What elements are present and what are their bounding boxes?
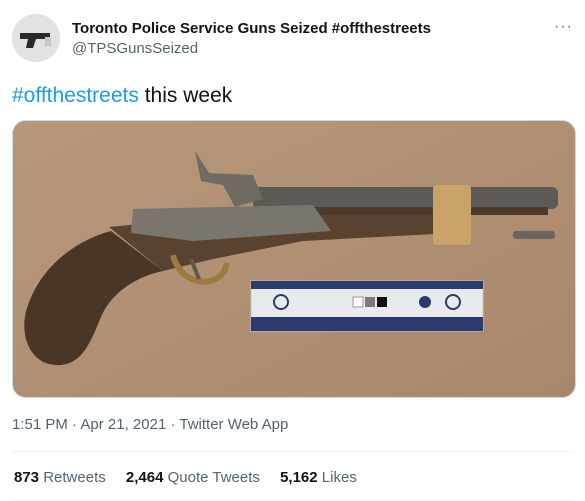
handgun-icon xyxy=(12,14,60,62)
engagement-stats: 873 Retweets 2,464 Quote Tweets 5,162 Li… xyxy=(14,469,373,486)
quote-tweets-stat[interactable]: 2,464 Quote Tweets xyxy=(126,469,260,486)
tweet-image[interactable] xyxy=(12,120,576,398)
divider xyxy=(12,451,573,452)
quote-tweets-count: 2,464 xyxy=(125,469,164,486)
tweet-date[interactable]: Apr 21, 2021 xyxy=(80,416,166,433)
source-app-link[interactable]: Twitter Web App xyxy=(179,416,288,433)
quote-tweets-label: Quote Tweets xyxy=(167,469,260,486)
retweets-count: 873 xyxy=(14,469,40,486)
more-options-icon[interactable]: ··· xyxy=(554,18,573,36)
account-handle[interactable]: @TPSGunsSeized xyxy=(72,40,198,57)
tweet-text-rest: this week xyxy=(138,84,233,107)
tweet: Toronto Police Service Guns Seized #offt… xyxy=(0,0,585,501)
likes-count: 5,162 xyxy=(280,469,318,486)
retweets-stat[interactable]: 873 Retweets xyxy=(14,469,106,486)
tweet-text: #offthestreets this week xyxy=(12,84,232,108)
retweets-label: Retweets xyxy=(43,469,106,486)
meta-separator: · xyxy=(166,416,180,433)
account-name[interactable]: Toronto Police Service Guns Seized #offt… xyxy=(72,20,431,37)
likes-stat[interactable]: 5,162 Likes xyxy=(280,469,357,486)
tweet-time[interactable]: 1:51 PM xyxy=(12,416,68,433)
pistol-photo xyxy=(13,121,575,397)
meta-separator: · xyxy=(67,416,81,433)
likes-label: Likes xyxy=(321,469,357,486)
hashtag-link[interactable]: #offthestreets xyxy=(12,84,139,107)
tweet-meta: 1:51 PM · Apr 21, 2021 · Twitter Web App xyxy=(12,416,288,433)
avatar[interactable] xyxy=(12,14,60,62)
